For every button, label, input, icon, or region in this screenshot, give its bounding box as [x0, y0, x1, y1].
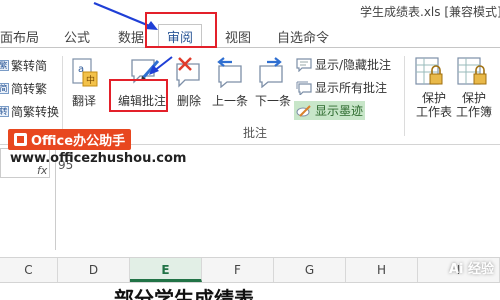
chinese-conversion-icon: 转 — [0, 106, 9, 117]
protect-workbook-label-2: 工作簿 — [456, 105, 493, 119]
protect-workbook-label-1: 保护 — [462, 91, 487, 105]
protect-workbook-button[interactable]: 保护 工作簿 — [456, 91, 492, 119]
column-header-c[interactable]: C — [0, 258, 58, 282]
watermark-banner: Office办公助手 — [8, 129, 132, 150]
traditional-to-simplified-label: 繁转简 — [11, 59, 48, 73]
chinese-conversion-button[interactable]: 转 简繁转换 — [0, 103, 59, 120]
delete-comment-icon — [176, 57, 200, 88]
traditional-to-simplified-button[interactable]: 繁 繁转简 — [0, 57, 47, 74]
traditional-to-simplified-icon: 繁 — [0, 60, 9, 71]
comments-group-label: 批注 — [243, 126, 268, 140]
show-all-comments-icon — [296, 81, 312, 95]
column-header-g[interactable]: G — [274, 258, 346, 282]
protect-sheet-label-2: 工作表 — [416, 105, 453, 119]
column-header-d[interactable]: D — [58, 258, 130, 282]
ribbon-separator — [404, 56, 405, 136]
previous-comment-button[interactable]: 上一条 — [212, 92, 248, 109]
column-header-h[interactable]: H — [346, 258, 418, 282]
column-header-f[interactable]: F — [202, 258, 274, 282]
translate-button[interactable]: 翻译 — [72, 92, 96, 109]
show-hide-comment-label: 显示/隐藏批注 — [315, 58, 392, 72]
chinese-conversion-label: 简繁转换 — [11, 105, 60, 119]
show-all-comments-button[interactable]: 显示所有批注 — [296, 79, 387, 96]
edit-comment-arrow-icon — [149, 56, 173, 75]
next-comment-button[interactable]: 下一条 — [255, 92, 291, 109]
watermark-url: www.officezhushou.com — [10, 151, 187, 166]
watermark-brand: Office办公助手 — [31, 134, 126, 149]
office-logo-icon — [14, 133, 27, 146]
review-tab-highlight — [145, 12, 217, 48]
show-ink-icon — [296, 104, 311, 117]
window-title: 学生成绩表.xls [兼容模式] — [360, 5, 500, 19]
sheet-heading[interactable]: 部分学生成绩表 — [114, 283, 254, 300]
tab-formulas[interactable]: 公式 — [64, 27, 90, 46]
column-header-e[interactable]: E — [130, 258, 202, 282]
ribbon-separator — [62, 56, 63, 136]
protect-sheet-label-1: 保护 — [422, 91, 447, 105]
show-all-comments-label: 显示所有批注 — [315, 81, 388, 95]
simplified-to-traditional-icon: 简 — [0, 83, 9, 94]
tab-custom-commands[interactable]: 自选命令 — [277, 27, 329, 46]
tab-page-layout[interactable]: 面布局 — [0, 27, 39, 46]
translate-icon: a 中 — [72, 58, 98, 87]
next-comment-icon — [259, 57, 283, 88]
column-header-row: C D E F G H I — [0, 257, 500, 283]
bottom-watermark: Ai 经验 — [448, 262, 494, 277]
show-ink-button[interactable]: 显示墨迹 — [294, 101, 366, 120]
tab-view[interactable]: 视图 — [225, 27, 251, 46]
simplified-to-traditional-label: 简转繁 — [11, 82, 48, 96]
show-ink-label: 显示墨迹 — [315, 104, 364, 118]
protect-workbook-icon — [457, 57, 487, 85]
edit-comment-highlight — [109, 79, 168, 112]
protect-sheet-icon — [415, 57, 443, 85]
protect-sheet-button[interactable]: 保护 工作表 — [416, 91, 452, 119]
svg-text:中: 中 — [86, 74, 95, 86]
previous-comment-icon — [217, 57, 242, 88]
delete-comment-button[interactable]: 删除 — [177, 92, 201, 109]
show-hide-comment-icon — [296, 57, 312, 72]
show-hide-comment-button[interactable]: 显示/隐藏批注 — [296, 56, 391, 73]
simplified-to-traditional-button[interactable]: 简 简转繁 — [0, 80, 47, 97]
